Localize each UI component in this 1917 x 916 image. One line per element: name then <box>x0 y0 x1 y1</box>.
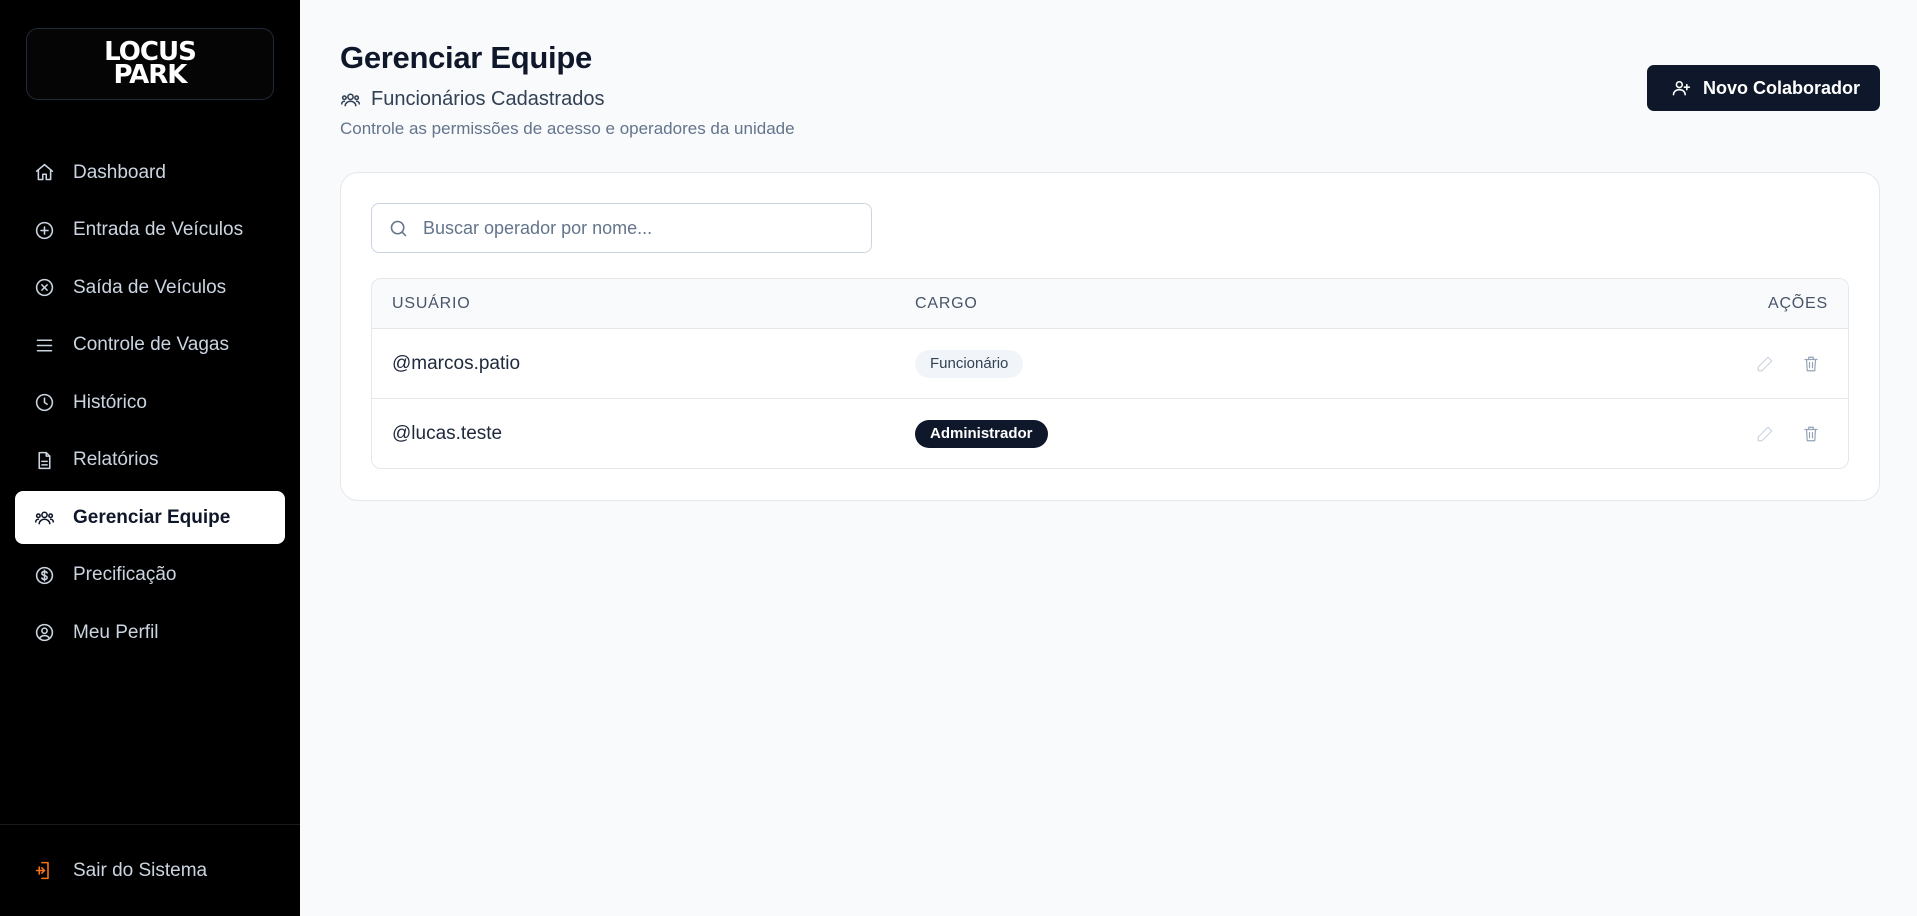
table-row: @lucas.teste Administrador <box>372 399 1848 468</box>
user-circle-icon <box>33 622 55 644</box>
edit-button[interactable] <box>1754 353 1776 375</box>
brand-logo-text: LOCUS PARK <box>104 37 197 90</box>
home-icon <box>33 162 55 184</box>
header-user: USUÁRIO <box>392 294 471 312</box>
plus-circle-icon <box>33 219 55 241</box>
logout-label: Sair do Sistema <box>73 859 208 881</box>
brand-logo[interactable]: LOCUS PARK <box>26 28 274 100</box>
page-subtitle-text: Funcionários Cadastrados <box>371 88 605 110</box>
header-actions: AÇÕES <box>1767 294 1828 312</box>
sidebar-item-meu-perfil[interactable]: Meu Perfil <box>15 606 285 659</box>
sidebar-item-label: Precificação <box>73 564 177 585</box>
users-icon <box>33 507 55 529</box>
sidebar-item-controle-vagas[interactable]: Controle de Vagas <box>15 319 285 372</box>
role-badge: Funcionário <box>915 349 1024 378</box>
sidebar-item-label: Relatórios <box>73 449 159 470</box>
clock-icon <box>33 392 55 414</box>
role-badge: Administrador <box>915 419 1048 448</box>
sidebar-item-label: Dashboard <box>73 161 166 183</box>
trash-icon <box>1804 356 1818 371</box>
page-description: Controle as permissões de acesso e opera… <box>340 119 795 138</box>
sidebar-item-label: Controle de Vagas <box>73 334 229 355</box>
sidebar-item-precificacao[interactable]: Precificação <box>15 549 285 602</box>
table-header: USUÁRIO CARGO AÇÕES <box>372 279 1848 329</box>
page-header: Gerenciar Equipe Funcionários Cadastrado… <box>340 0 1880 172</box>
row-username: @marcos.patio <box>392 352 521 374</box>
sidebar: LOCUS PARK Dashboard Entrada de Veículos… <box>0 0 300 916</box>
users-icon <box>340 93 361 107</box>
edit-button[interactable] <box>1754 423 1776 445</box>
delete-button[interactable] <box>1800 423 1822 445</box>
team-card: USUÁRIO CARGO AÇÕES @marcos.patio Funcio… <box>340 172 1880 501</box>
x-circle-icon <box>33 277 55 299</box>
delete-button[interactable] <box>1800 353 1822 375</box>
row-username: @lucas.teste <box>392 422 503 444</box>
sidebar-item-label: Gerenciar Equipe <box>73 506 231 528</box>
search-icon <box>390 220 407 236</box>
row-actions <box>1648 423 1848 445</box>
sidebar-item-label: Saída de Veículos <box>73 276 227 298</box>
logout-icon <box>33 860 55 882</box>
user-plus-icon <box>1672 80 1691 96</box>
sidebar-item-saida-veiculos[interactable]: Saída de Veículos <box>15 261 285 314</box>
file-icon <box>33 449 55 471</box>
search-box[interactable] <box>371 203 872 253</box>
table-row: @marcos.patio Funcionário <box>372 329 1848 399</box>
sidebar-footer: Sair do Sistema <box>0 824 300 916</box>
pencil-icon <box>1757 426 1773 441</box>
menu-icon <box>33 334 55 356</box>
sidebar-item-relatorios[interactable]: Relatórios <box>15 434 285 487</box>
pencil-icon <box>1757 356 1773 371</box>
new-collaborator-label: Novo Colaborador <box>1702 77 1860 98</box>
sidebar-item-dashboard[interactable]: Dashboard <box>15 146 285 199</box>
header-role: CARGO <box>915 294 978 312</box>
sidebar-item-entrada-veiculos[interactable]: Entrada de Veículos <box>15 204 285 257</box>
sidebar-item-label: Histórico <box>73 391 147 413</box>
sidebar-nav: Dashboard Entrada de Veículos Saída de V… <box>0 146 300 664</box>
new-collaborator-button[interactable]: Novo Colaborador <box>1646 65 1880 111</box>
row-role: Funcionário <box>915 349 1648 378</box>
sidebar-item-label: Meu Perfil <box>73 621 159 643</box>
trash-icon <box>1804 426 1818 441</box>
main-content: Gerenciar Equipe Funcionários Cadastrado… <box>300 0 1917 916</box>
row-actions <box>1648 353 1848 375</box>
team-table: USUÁRIO CARGO AÇÕES @marcos.patio Funcio… <box>371 278 1849 469</box>
sidebar-item-gerenciar-equipe[interactable]: Gerenciar Equipe <box>15 491 285 544</box>
sidebar-item-historico[interactable]: Histórico <box>15 376 285 429</box>
search-input[interactable] <box>423 217 863 239</box>
sidebar-item-label: Entrada de Veículos <box>73 219 244 240</box>
logout-button[interactable]: Sair do Sistema <box>33 860 207 882</box>
row-role: Administrador <box>915 419 1648 448</box>
dollar-circle-icon <box>33 564 55 586</box>
